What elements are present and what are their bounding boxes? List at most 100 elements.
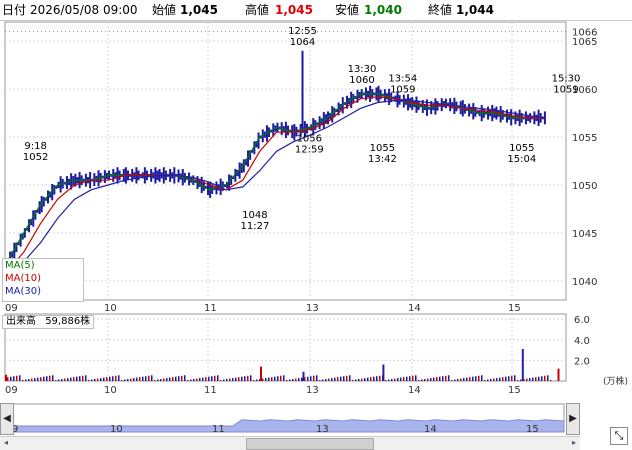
volume-bar xyxy=(370,377,372,381)
volume-bar xyxy=(70,377,72,381)
expand-icon[interactable]: ⤡ xyxy=(610,427,628,445)
price-x-tick-label: 09 xyxy=(5,303,18,314)
low-label: 安値 xyxy=(335,3,360,17)
volume-bar xyxy=(277,376,279,381)
volume-bar xyxy=(448,375,450,381)
volume-bar xyxy=(316,375,318,381)
price-x-tick-label: 14 xyxy=(408,303,421,314)
volume-bar xyxy=(175,376,177,381)
volume-bar xyxy=(532,377,534,381)
left-arrow-icon: ◀ xyxy=(3,413,11,424)
volume-bar xyxy=(94,379,96,381)
navigator-tick-label: 15 xyxy=(526,424,539,435)
volume-bar xyxy=(160,379,162,381)
volume-bar xyxy=(286,379,288,381)
volume-bar xyxy=(163,378,165,381)
current-price-label: 1066 xyxy=(572,28,597,39)
volume-bar xyxy=(436,377,438,381)
volume-bar xyxy=(310,376,312,381)
volume-bar xyxy=(166,378,168,381)
volume-bar-highlight xyxy=(260,366,262,381)
volume-bar xyxy=(208,376,210,381)
volume-bar xyxy=(34,378,36,381)
volume-bar xyxy=(31,378,33,381)
navigator-right-button[interactable]: ▶ xyxy=(566,403,580,435)
volume-bar xyxy=(271,377,273,381)
volume-bar xyxy=(472,376,474,381)
scroll-right-icon[interactable]: ▸ xyxy=(568,437,580,449)
volume-bar xyxy=(517,379,519,381)
volume-bar xyxy=(241,376,243,381)
legend-ma10: MA(10) xyxy=(5,273,41,284)
volume-bar xyxy=(46,376,48,381)
volume-bar xyxy=(280,375,282,381)
volume-bar xyxy=(514,375,516,381)
volume-bar xyxy=(223,379,225,381)
volume-bar xyxy=(457,379,459,381)
volume-bar xyxy=(112,376,114,381)
volume-bar xyxy=(250,375,252,381)
price-tick-label: 1045 xyxy=(572,229,597,240)
navigator-tick-label: 13 xyxy=(316,424,329,435)
volume-bar xyxy=(424,379,426,381)
volume-bar xyxy=(511,375,513,381)
volume-bar xyxy=(187,379,189,381)
scroll-left-icon[interactable]: ◂ xyxy=(0,437,12,449)
legend-ma30: MA(30) xyxy=(5,286,41,297)
volume-x-tick-label: 15 xyxy=(508,385,521,396)
navigator-left-button[interactable]: ◀ xyxy=(0,403,14,435)
volume-bar xyxy=(256,379,258,381)
volume-bar xyxy=(466,377,468,381)
volume-bar xyxy=(292,379,294,381)
volume-bar xyxy=(364,378,366,381)
volume-bar xyxy=(397,378,399,381)
volume-label: 出来高 59,886株 xyxy=(2,315,95,329)
volume-bar xyxy=(493,378,495,381)
volume-bar xyxy=(388,379,390,381)
navigator-tick-label: 14 xyxy=(424,424,437,435)
scrollbar-thumb[interactable] xyxy=(246,438,374,450)
volume-bar xyxy=(235,377,237,381)
volume-bar xyxy=(214,375,216,381)
volume-bar xyxy=(343,376,345,381)
volume-bar xyxy=(460,378,462,381)
volume-bar xyxy=(40,377,42,381)
volume-bar xyxy=(220,379,222,381)
volume-bar-highlight xyxy=(302,371,305,381)
right-arrow-icon: ▶ xyxy=(569,413,577,424)
volume-bar xyxy=(211,376,213,381)
volume-bar xyxy=(154,379,156,381)
annotation-time: 9:18 xyxy=(24,141,46,152)
volume-bar xyxy=(82,375,84,381)
volume-bar xyxy=(526,378,528,381)
volume-bar xyxy=(247,375,249,381)
volume-bar xyxy=(49,375,51,381)
volume-bar xyxy=(43,376,45,381)
volume-bar xyxy=(139,377,141,381)
volume-bar xyxy=(58,379,60,381)
volume-bar xyxy=(439,376,441,381)
volume-bar xyxy=(253,379,255,381)
volume-bar xyxy=(538,376,540,381)
high-label: 高値 xyxy=(245,3,270,17)
volume-bar xyxy=(157,379,159,381)
volume-unit: (万株) xyxy=(603,377,629,387)
close-value: 1,044 xyxy=(456,3,494,17)
navigator-scrollbar[interactable]: ◂ ▸ xyxy=(0,436,580,450)
volume-bar xyxy=(100,378,102,381)
annotation-time: 13:42 xyxy=(368,154,397,165)
volume-bar xyxy=(334,377,336,381)
volume-bar xyxy=(541,376,543,381)
volume-bar xyxy=(202,377,204,381)
volume-bar xyxy=(337,377,339,381)
volume-bar xyxy=(430,378,432,381)
volume-bar xyxy=(451,379,453,381)
volume-bar xyxy=(133,378,135,381)
annotation-time: 12:59 xyxy=(295,144,324,155)
volume-bar xyxy=(226,379,228,381)
annotation-value: 1056 xyxy=(297,133,322,144)
volume-bar xyxy=(346,375,348,381)
volume-bar xyxy=(319,379,321,381)
volume-bar xyxy=(55,379,57,381)
volume-x-tick-label: 09 xyxy=(5,385,18,396)
